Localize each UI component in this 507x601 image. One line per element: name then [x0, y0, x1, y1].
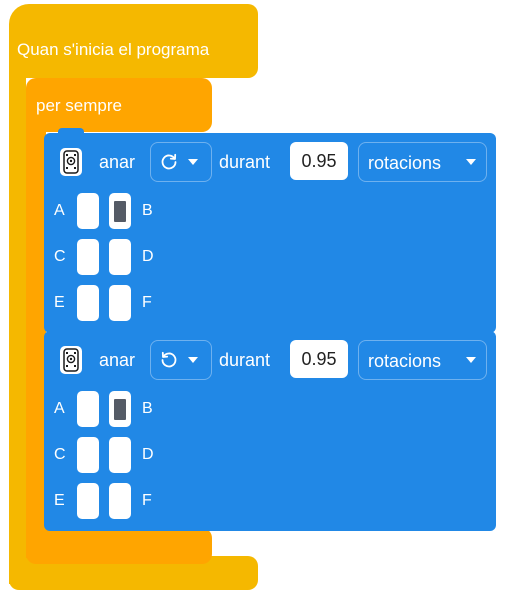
hub-device-icon — [60, 346, 82, 374]
unit-dropdown[interactable]: rotacions — [358, 340, 487, 380]
port-toggle-f[interactable] — [109, 483, 131, 519]
port-label-e: E — [54, 492, 65, 509]
port-label-e: E — [54, 294, 65, 311]
port-row-ab: A B — [44, 193, 244, 229]
port-label-d: D — [142, 446, 154, 463]
port-label-b: B — [142, 400, 153, 417]
forever-loop-header[interactable]: per sempre — [26, 78, 212, 132]
chevron-down-icon — [188, 159, 198, 165]
motor-run-block[interactable]: anar durant 0.95 rotacions A B C D E F — [44, 128, 496, 333]
forever-loop-arm — [26, 118, 46, 558]
port-label-f: F — [142, 492, 152, 509]
port-toggle-b[interactable] — [109, 391, 131, 427]
port-row-cd: C D — [44, 239, 244, 275]
duration-label: durant — [219, 350, 271, 370]
port-label-b: B — [142, 202, 153, 219]
port-label-c: C — [54, 248, 66, 265]
hub-device-icon — [60, 148, 82, 176]
port-toggle-b[interactable] — [109, 193, 131, 229]
port-toggle-c[interactable] — [77, 239, 99, 275]
duration-input[interactable]: 0.95 — [290, 142, 348, 180]
chevron-down-icon — [466, 357, 476, 363]
forever-loop-label: per sempre — [36, 96, 122, 115]
direction-dropdown[interactable] — [150, 142, 212, 182]
chevron-down-icon — [466, 159, 476, 165]
program-start-block-header[interactable]: Quan s'inicia el programa — [9, 4, 258, 82]
port-toggle-d[interactable] — [109, 239, 131, 275]
forever-loop-footer — [26, 528, 212, 564]
program-start-label: Quan s'inicia el programa — [17, 40, 210, 59]
port-row-ef: E F — [44, 483, 244, 519]
port-toggle-a[interactable] — [77, 193, 99, 229]
rotate-counterclockwise-icon — [159, 350, 179, 370]
port-toggle-f[interactable] — [109, 285, 131, 321]
port-row-ab: A B — [44, 391, 244, 427]
run-action-label: anar — [99, 152, 136, 172]
port-label-a: A — [54, 400, 65, 417]
port-label-d: D — [142, 248, 154, 265]
unit-dropdown[interactable]: rotacions — [358, 142, 487, 182]
duration-input[interactable]: 0.95 — [290, 340, 348, 378]
port-label-f: F — [142, 294, 152, 311]
port-label-a: A — [54, 202, 65, 219]
port-toggle-c[interactable] — [77, 437, 99, 473]
duration-label: durant — [219, 152, 271, 172]
port-row-cd: C D — [44, 437, 244, 473]
unit-label: rotacions — [368, 351, 442, 371]
unit-label: rotacions — [368, 153, 442, 173]
port-toggle-d[interactable] — [109, 437, 131, 473]
port-toggle-e[interactable] — [77, 285, 99, 321]
motor-run-block[interactable]: anar durant 0.95 rotacions A B C D E F — [44, 326, 496, 531]
port-label-c: C — [54, 446, 66, 463]
port-toggle-e[interactable] — [77, 483, 99, 519]
port-toggle-a[interactable] — [77, 391, 99, 427]
run-action-label: anar — [99, 350, 136, 370]
chevron-down-icon — [188, 357, 198, 363]
program-start-block-arm — [9, 74, 26, 584]
port-row-ef: E F — [44, 285, 244, 321]
direction-dropdown[interactable] — [150, 340, 212, 380]
rotate-clockwise-icon — [159, 152, 179, 172]
